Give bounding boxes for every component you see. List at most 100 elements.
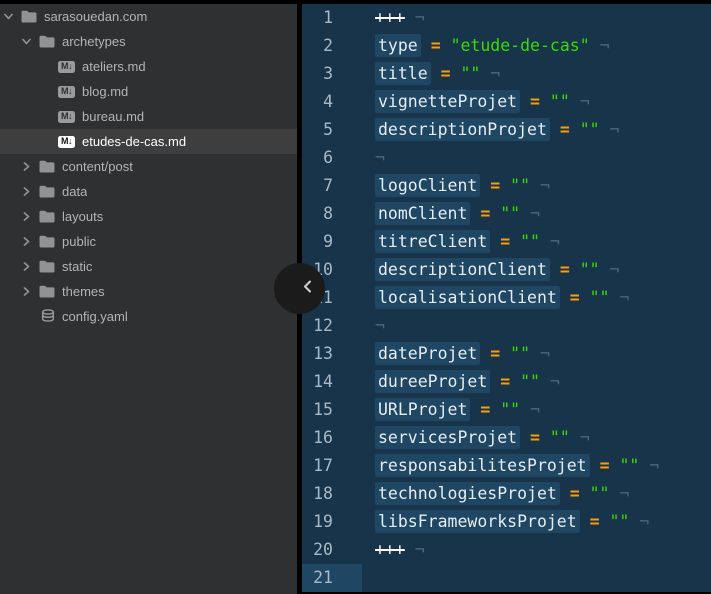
code-line-16[interactable]: 16servicesProjet = "" ¬ — [302, 424, 711, 452]
code-line-9[interactable]: 9titreClient = "" ¬ — [302, 228, 711, 256]
line-number[interactable]: 17 — [302, 452, 362, 480]
chevron-right-icon[interactable] — [22, 162, 31, 171]
line-number[interactable]: 13 — [302, 340, 362, 368]
equals-operator: = — [500, 372, 510, 391]
frontmatter-delimiter: +++ — [375, 8, 405, 27]
code-line-6[interactable]: 6¬ — [302, 144, 711, 172]
code-line-14[interactable]: 14dureeProjet = "" ¬ — [302, 368, 711, 396]
string-value: "" — [580, 120, 600, 139]
code-line-4[interactable]: 4vignetteProjet = "" ¬ — [302, 88, 711, 116]
line-number[interactable]: 14 — [302, 368, 362, 396]
code-line-12[interactable]: 12¬ — [302, 312, 711, 340]
code-text: technologiesProjet = "" ¬ — [362, 480, 629, 508]
tree-file-ateliers.md[interactable]: M↓ateliers.md — [0, 54, 297, 79]
markdown-file-icon: M↓ — [58, 136, 75, 148]
line-number[interactable]: 3 — [302, 60, 362, 88]
code-text: +++ ¬ — [362, 4, 425, 32]
sidebar: sarasouedan.comarchetypesM↓ateliers.mdM↓… — [0, 4, 297, 594]
code-line-1[interactable]: 1+++ ¬ — [302, 4, 711, 32]
code-line-7[interactable]: 7logoClient = "" ¬ — [302, 172, 711, 200]
folder-icon — [21, 10, 37, 23]
code-line-5[interactable]: 5descriptionProjet = "" ¬ — [302, 116, 711, 144]
eol-marker-icon: ¬ — [540, 232, 560, 251]
chevron-right-icon[interactable] — [22, 187, 31, 196]
tree-file-etudes-de-cas.md[interactable]: M↓etudes-de-cas.md — [0, 129, 297, 154]
line-number[interactable]: 12 — [302, 312, 362, 340]
code-line-20[interactable]: 20+++ ¬ — [302, 536, 711, 564]
toml-key: dureeProjet — [375, 370, 490, 393]
folder-icon — [39, 260, 55, 273]
chevron-down-icon[interactable] — [4, 12, 13, 21]
code-line-21[interactable]: 21 — [302, 564, 711, 592]
chevron-right-icon[interactable] — [22, 237, 31, 246]
tree-item-label: layouts — [62, 209, 103, 224]
line-number[interactable]: 9 — [302, 228, 362, 256]
code-text: responsabilitesProjet = "" ¬ — [362, 452, 659, 480]
sidebar-collapse-button[interactable] — [274, 263, 325, 314]
tree-folder-static[interactable]: static — [0, 254, 297, 279]
code-line-15[interactable]: 15URLProjet = "" ¬ — [302, 396, 711, 424]
eol-marker-icon: ¬ — [405, 540, 425, 559]
tree-file-blog.md[interactable]: M↓blog.md — [0, 79, 297, 104]
toml-key: technologiesProjet — [375, 482, 560, 505]
tree-folder-data[interactable]: data — [0, 179, 297, 204]
code-text: ¬ — [362, 144, 385, 172]
tree-item-label: ateliers.md — [82, 59, 146, 74]
code-line-19[interactable]: 19libsFrameworksProjet = "" ¬ — [302, 508, 711, 536]
code-text: descriptionClient = "" ¬ — [362, 256, 619, 284]
tree-folder-themes[interactable]: themes — [0, 279, 297, 304]
eol-marker-icon: ¬ — [405, 8, 425, 27]
chevron-right-icon[interactable] — [22, 212, 31, 221]
editor[interactable]: 1+++ ¬2type = "etude-de-cas" ¬3title = "… — [302, 4, 711, 592]
tree-file-config.yaml[interactable]: config.yaml — [0, 304, 297, 329]
tree-folder-content/post[interactable]: content/post — [0, 154, 297, 179]
equals-operator: = — [570, 288, 580, 307]
tree-item-label: themes — [62, 284, 105, 299]
code-line-18[interactable]: 18technologiesProjet = "" ¬ — [302, 480, 711, 508]
line-number[interactable]: 4 — [302, 88, 362, 116]
line-number[interactable]: 21 — [302, 564, 362, 592]
tree-item-label: data — [62, 184, 87, 199]
eol-marker-icon: ¬ — [570, 428, 590, 447]
line-number[interactable]: 15 — [302, 396, 362, 424]
chevron-down-icon[interactable] — [22, 37, 31, 46]
equals-operator: = — [560, 260, 570, 279]
line-number[interactable]: 20 — [302, 536, 362, 564]
line-number[interactable]: 6 — [302, 144, 362, 172]
line-number[interactable]: 18 — [302, 480, 362, 508]
string-value: "" — [500, 204, 520, 223]
chevron-right-icon[interactable] — [22, 262, 31, 271]
line-number[interactable]: 5 — [302, 116, 362, 144]
chevron-right-icon[interactable] — [22, 287, 31, 296]
tree-folder-public[interactable]: public — [0, 229, 297, 254]
markdown-badge: M↓ — [58, 136, 75, 148]
equals-operator: = — [570, 484, 580, 503]
line-number[interactable]: 2 — [302, 32, 362, 60]
line-number[interactable]: 16 — [302, 424, 362, 452]
markdown-badge: M↓ — [58, 86, 75, 98]
toml-key: titreClient — [375, 230, 490, 253]
file-tree: sarasouedan.comarchetypesM↓ateliers.mdM↓… — [0, 4, 297, 329]
code-line-8[interactable]: 8nomClient = "" ¬ — [302, 200, 711, 228]
code-line-2[interactable]: 2type = "etude-de-cas" ¬ — [302, 32, 711, 60]
line-number[interactable]: 7 — [302, 172, 362, 200]
code-line-10[interactable]: 10descriptionClient = "" ¬ — [302, 256, 711, 284]
code-text: localisationClient = "" ¬ — [362, 284, 629, 312]
line-number[interactable]: 1 — [302, 4, 362, 32]
line-number[interactable]: 8 — [302, 200, 362, 228]
code-line-13[interactable]: 13dateProjet = "" ¬ — [302, 340, 711, 368]
code-line-11[interactable]: 11localisationClient = "" ¬ — [302, 284, 711, 312]
markdown-file-icon: M↓ — [58, 111, 75, 123]
equals-operator: = — [590, 512, 600, 531]
tree-folder-sarasouedan.com[interactable]: sarasouedan.com — [0, 4, 297, 29]
equals-operator: = — [431, 36, 441, 55]
code-text: servicesProjet = "" ¬ — [362, 424, 590, 452]
tree-folder-layouts[interactable]: layouts — [0, 204, 297, 229]
line-number[interactable]: 19 — [302, 508, 362, 536]
code-line-3[interactable]: 3title = "" ¬ — [302, 60, 711, 88]
code-line-17[interactable]: 17responsabilitesProjet = "" ¬ — [302, 452, 711, 480]
tree-folder-archetypes[interactable]: archetypes — [0, 29, 297, 54]
toml-key: localisationClient — [375, 286, 560, 309]
folder-icon — [39, 35, 55, 48]
tree-file-bureau.md[interactable]: M↓bureau.md — [0, 104, 297, 129]
